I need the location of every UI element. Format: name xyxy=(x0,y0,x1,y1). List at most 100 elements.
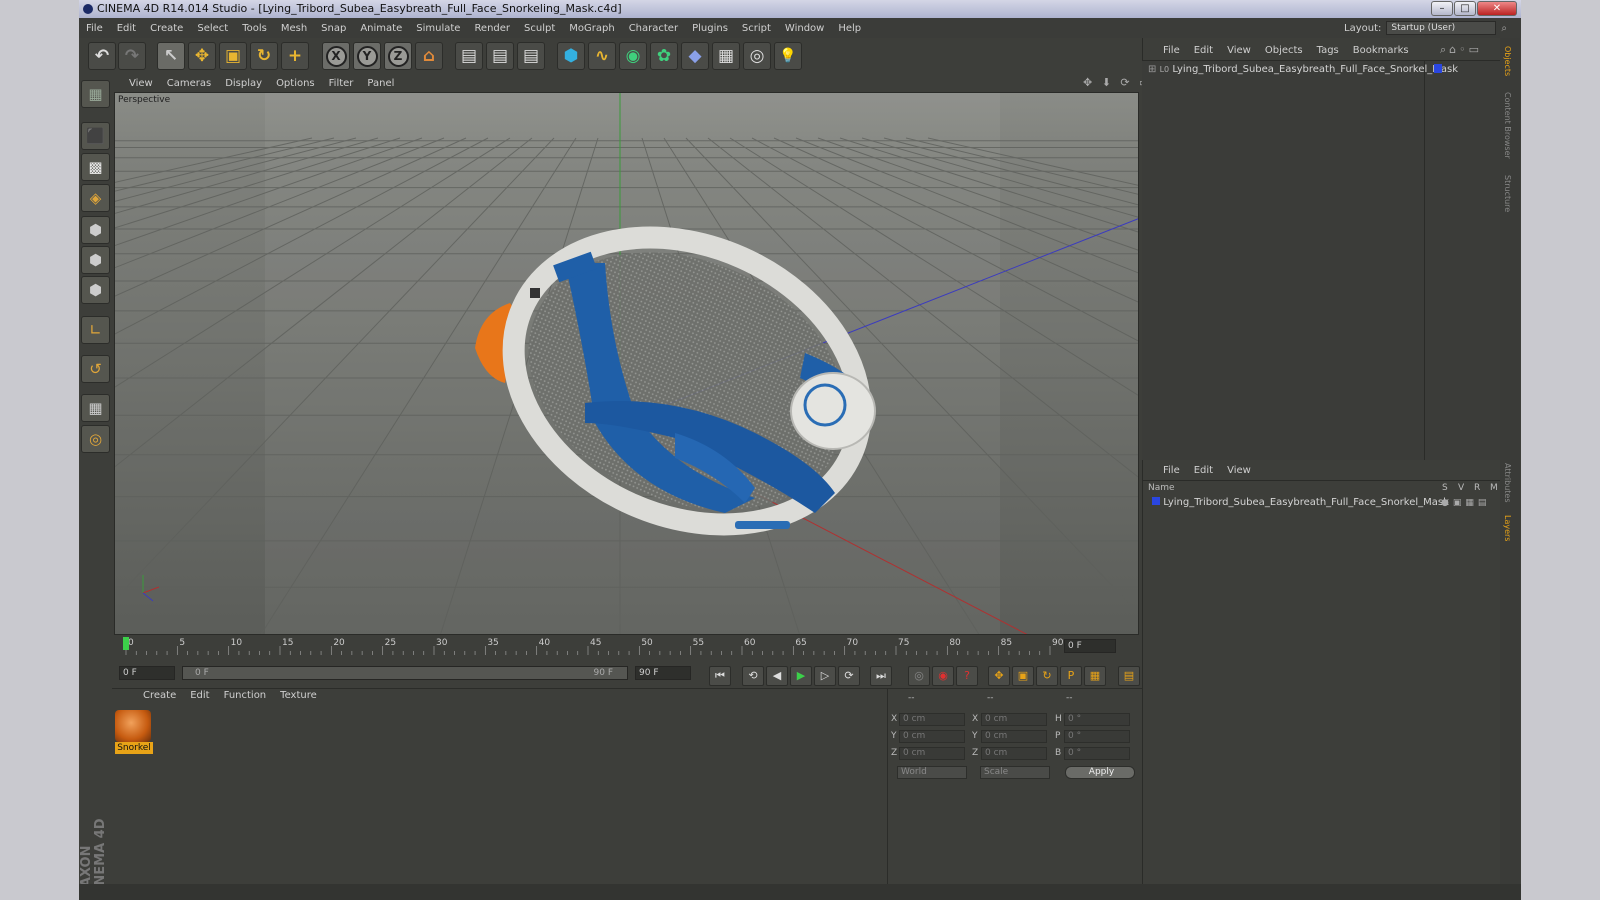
previous-frame-button[interactable]: ◀ xyxy=(766,666,788,686)
key-pla-icon[interactable]: ▦ xyxy=(1084,666,1106,686)
rot-p-field[interactable]: 0 ° xyxy=(1064,730,1130,743)
material-snorkel[interactable]: Snorkel xyxy=(115,710,153,754)
menu-create[interactable]: Create xyxy=(143,23,190,34)
polygons-mode-icon[interactable]: ⬢ xyxy=(81,276,110,304)
layer-menu-file[interactable]: File xyxy=(1156,465,1187,476)
close-button[interactable]: ✕ xyxy=(1477,1,1517,16)
add-array-button[interactable]: ✿ xyxy=(650,42,678,70)
side-tab-content-browser[interactable]: Content Browser xyxy=(1503,92,1512,159)
material-menu-texture[interactable]: Texture xyxy=(273,690,324,701)
axis-mode-icon[interactable]: ∟ xyxy=(81,316,110,344)
add-light-button[interactable]: 💡 xyxy=(774,42,802,70)
apply-button[interactable]: Apply xyxy=(1065,766,1135,779)
maximize-button[interactable]: □ xyxy=(1454,1,1476,16)
next-key-button[interactable]: ⟳ xyxy=(838,666,860,686)
rotate-tool-button[interactable]: ↻ xyxy=(250,42,278,70)
key-parameter-icon[interactable]: P xyxy=(1060,666,1082,686)
key-scale-icon[interactable]: ▣ xyxy=(1012,666,1034,686)
select-tool-button[interactable]: ↖ xyxy=(157,42,185,70)
redo-button[interactable]: ↷ xyxy=(118,42,146,70)
object-menu-view[interactable]: View xyxy=(1220,45,1258,56)
viewport-menu-view[interactable]: View xyxy=(122,78,160,89)
object-row[interactable]: ⊞ L0 Lying_Tribord_Subea_Easybreath_Full… xyxy=(1148,64,1458,75)
viewport-menu-panel[interactable]: Panel xyxy=(360,78,401,89)
autokey-icon[interactable]: ◉ xyxy=(932,666,954,686)
menu-help[interactable]: Help xyxy=(831,23,868,34)
points-mode-icon[interactable]: ⬢ xyxy=(81,216,110,244)
coord-system-dropdown[interactable]: World xyxy=(897,766,967,779)
menu-plugins[interactable]: Plugins xyxy=(685,23,735,34)
render-view-button[interactable]: ▤ xyxy=(455,42,483,70)
edges-mode-icon[interactable]: ⬢ xyxy=(81,246,110,274)
material-menu-create[interactable]: Create xyxy=(136,690,183,701)
coordinate-system-button[interactable]: ⌂ xyxy=(415,42,443,70)
pos-y-field[interactable]: 0 cm xyxy=(899,730,965,743)
timeline-ruler[interactable]: 0 5 10 15 20 25 30 35 40 45 50 55 60 65 70 75 80 85 90 xyxy=(112,637,1142,659)
layer-row[interactable]: Lying_Tribord_Subea_Easybreath_Full_Face… xyxy=(1152,497,1449,508)
start-frame-field[interactable]: 0 F xyxy=(119,666,175,680)
size-z-field[interactable]: 0 cm xyxy=(981,747,1047,760)
current-frame-field[interactable]: 0 F xyxy=(1064,639,1116,653)
menu-snap[interactable]: Snap xyxy=(314,23,353,34)
add-scene-button[interactable]: ▦ xyxy=(712,42,740,70)
add-camera-button[interactable]: ◎ xyxy=(743,42,771,70)
viewport-menu-cameras[interactable]: Cameras xyxy=(160,78,218,89)
snap-icon[interactable]: ▦ xyxy=(81,394,110,422)
texture-mode-icon[interactable]: ▩ xyxy=(81,153,110,181)
model-mode-icon[interactable]: ⬛ xyxy=(81,122,110,150)
side-tab-objects[interactable]: Objects xyxy=(1503,46,1512,76)
material-menu-edit[interactable]: Edit xyxy=(183,690,216,701)
side-tab-layers[interactable]: Layers xyxy=(1503,515,1512,541)
object-menu-tags[interactable]: Tags xyxy=(1310,45,1346,56)
timeline-window-icon[interactable]: ▤ xyxy=(1118,666,1140,686)
pos-z-field[interactable]: 0 cm xyxy=(899,747,965,760)
render-settings-button[interactable]: ▤ xyxy=(517,42,545,70)
menu-sculpt[interactable]: Sculpt xyxy=(517,23,562,34)
menu-tools[interactable]: Tools xyxy=(235,23,274,34)
move-tool-button[interactable]: ✥ xyxy=(188,42,216,70)
viewport-menu-display[interactable]: Display xyxy=(218,78,269,89)
size-x-field[interactable]: 0 cm xyxy=(981,713,1047,726)
record-keys-icon[interactable]: ◎ xyxy=(908,666,930,686)
material-menu-function[interactable]: Function xyxy=(217,690,274,701)
object-menu-objects[interactable]: Objects xyxy=(1258,45,1310,56)
tweak-mode-icon[interactable]: ↺ xyxy=(81,355,110,383)
add-nurbs-button[interactable]: ◉ xyxy=(619,42,647,70)
menu-select[interactable]: Select xyxy=(190,23,235,34)
search-icon[interactable]: ⌕ xyxy=(1501,23,1507,34)
live-selection-button[interactable]: + xyxy=(281,42,309,70)
viewport-menu-filter[interactable]: Filter xyxy=(322,78,361,89)
render-picture-viewer-button[interactable]: ▤ xyxy=(486,42,514,70)
object-menu-file[interactable]: File xyxy=(1156,45,1187,56)
object-manager-icons[interactable]: ⌕⌂◦▭ xyxy=(1440,43,1482,57)
keyframe-selection-icon[interactable]: ? xyxy=(956,666,978,686)
size-mode-dropdown[interactable]: Scale xyxy=(980,766,1050,779)
z-axis-lock-button[interactable]: Z xyxy=(384,42,412,70)
menu-character[interactable]: Character xyxy=(622,23,685,34)
go-to-end-button[interactable]: ⏭ xyxy=(870,666,892,686)
menu-mograph[interactable]: MoGraph xyxy=(562,23,621,34)
layer-menu-view[interactable]: View xyxy=(1220,465,1258,476)
x-axis-lock-button[interactable]: X xyxy=(322,42,350,70)
next-frame-button[interactable]: ▷ xyxy=(814,666,836,686)
rot-h-field[interactable]: 0 ° xyxy=(1064,713,1130,726)
layout-dropdown[interactable]: Startup (User) xyxy=(1386,21,1497,35)
workplane-mode-icon[interactable]: ◈ xyxy=(81,184,110,212)
layer-toggle-icons[interactable]: ●▣▦▤ xyxy=(1441,498,1490,508)
layer-menu-edit[interactable]: Edit xyxy=(1187,465,1220,476)
rot-b-field[interactable]: 0 ° xyxy=(1064,747,1130,760)
menu-animate[interactable]: Animate xyxy=(353,23,409,34)
minimize-button[interactable]: – xyxy=(1431,1,1453,16)
menu-mesh[interactable]: Mesh xyxy=(274,23,314,34)
menu-edit[interactable]: Edit xyxy=(110,23,143,34)
playhead-marker[interactable] xyxy=(123,637,129,650)
viewport-menu-options[interactable]: Options xyxy=(269,78,322,89)
menu-simulate[interactable]: Simulate xyxy=(409,23,467,34)
size-y-field[interactable]: 0 cm xyxy=(981,730,1047,743)
key-rotation-icon[interactable]: ↻ xyxy=(1036,666,1058,686)
make-editable-icon[interactable]: ▦ xyxy=(81,80,110,108)
go-to-start-button[interactable]: ⏮ xyxy=(709,666,731,686)
expand-icon[interactable]: ⊞ xyxy=(1148,64,1156,75)
y-axis-lock-button[interactable]: Y xyxy=(353,42,381,70)
pos-x-field[interactable]: 0 cm xyxy=(899,713,965,726)
